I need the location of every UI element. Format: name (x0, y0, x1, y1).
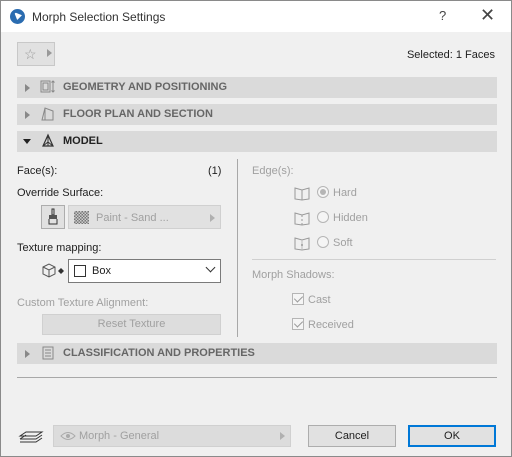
receive-shadow-checkbox[interactable] (292, 318, 304, 330)
expand-arrow-icon (25, 111, 30, 119)
expand-arrow-icon (25, 84, 30, 92)
faces-count: (1) (208, 165, 222, 177)
chevron-right-icon (47, 49, 52, 57)
panel-floor-plan-section[interactable]: FLOOR PLAN AND SECTION (17, 104, 497, 125)
close-button[interactable]: ✕ (480, 5, 495, 26)
selection-count: Selected: 1 Faces (406, 49, 495, 61)
panel-geometry-positioning[interactable]: GEOMETRY AND POSITIONING (17, 77, 497, 98)
chevron-right-icon (280, 432, 285, 440)
panel-label: CLASSIFICATION AND PROPERTIES (63, 347, 255, 359)
receive-shadow-label: Received (308, 319, 354, 331)
expand-arrow-icon (25, 350, 30, 358)
classification-icon (42, 346, 54, 360)
panel-model[interactable]: MODEL (17, 131, 497, 152)
texture-mapping-label: Texture mapping: (17, 242, 102, 254)
edge-hard-label: Hard (333, 187, 357, 199)
title-bar: Morph Selection Settings ? ✕ (1, 1, 511, 32)
panel-label: FLOOR PLAN AND SECTION (63, 108, 213, 120)
help-button[interactable]: ? (439, 8, 446, 23)
geometry-icon (40, 80, 55, 93)
edge-soft-label: Soft (333, 237, 353, 249)
cast-shadow-label: Cast (308, 294, 331, 306)
box-mapping-icon (74, 265, 86, 277)
surface-paint-dropdown[interactable]: Paint - Sand ... (68, 205, 221, 229)
panel-label: GEOMETRY AND POSITIONING (63, 81, 227, 93)
ok-button[interactable]: OK (408, 425, 496, 447)
edge-hidden-radio[interactable] (317, 211, 329, 223)
texture-mapping-value: Box (92, 265, 111, 277)
reset-texture-button[interactable]: Reset Texture (42, 314, 221, 335)
window-title: Morph Selection Settings (32, 10, 166, 24)
section-divider (252, 259, 496, 260)
morph-shadows-label: Morph Shadows: (252, 269, 335, 281)
override-surface-toggle[interactable] (41, 205, 65, 229)
favorites-button[interactable]: ☆ (17, 42, 55, 66)
layer-icon (18, 431, 44, 443)
archicad-app-icon (10, 9, 25, 24)
edges-label: Edge(s): (252, 165, 294, 177)
favorite-selector-dropdown[interactable]: Morph - General (53, 425, 291, 447)
floorplan-icon (41, 107, 54, 121)
column-divider (237, 159, 238, 337)
override-surface-label: Override Surface: (17, 187, 104, 199)
panel-label: MODEL (63, 135, 103, 147)
favorite-selector-value: Morph - General (79, 430, 160, 442)
chevron-right-icon (210, 214, 215, 222)
custom-texture-alignment-label: Custom Texture Alignment: (17, 297, 149, 309)
edge-soft-radio[interactable] (317, 236, 329, 248)
hard-edge-icon (294, 187, 310, 201)
panel-classification-properties[interactable]: CLASSIFICATION AND PROPERTIES (17, 343, 497, 364)
surface-paint-value: Paint - Sand ... (96, 212, 169, 224)
chevron-down-icon (205, 262, 216, 273)
cast-shadow-checkbox[interactable] (292, 293, 304, 305)
footer-divider (17, 377, 497, 378)
eye-icon (60, 432, 76, 440)
dialog-window: Morph Selection Settings ? ✕ ☆ Selected:… (0, 0, 512, 457)
paint-brush-icon (48, 208, 58, 225)
faces-label: Face(s): (17, 165, 58, 177)
hidden-edge-icon (294, 212, 310, 226)
texture-mapping-icon (42, 263, 64, 278)
surface-swatch (74, 211, 89, 224)
star-icon: ☆ (24, 46, 37, 62)
model-icon (42, 133, 54, 147)
edge-hidden-label: Hidden (333, 212, 368, 224)
edge-hard-radio[interactable] (317, 186, 329, 198)
cancel-button[interactable]: Cancel (308, 425, 396, 447)
texture-mapping-dropdown[interactable]: Box (68, 259, 221, 283)
soft-edge-icon (294, 237, 310, 251)
collapse-arrow-icon (23, 139, 31, 144)
